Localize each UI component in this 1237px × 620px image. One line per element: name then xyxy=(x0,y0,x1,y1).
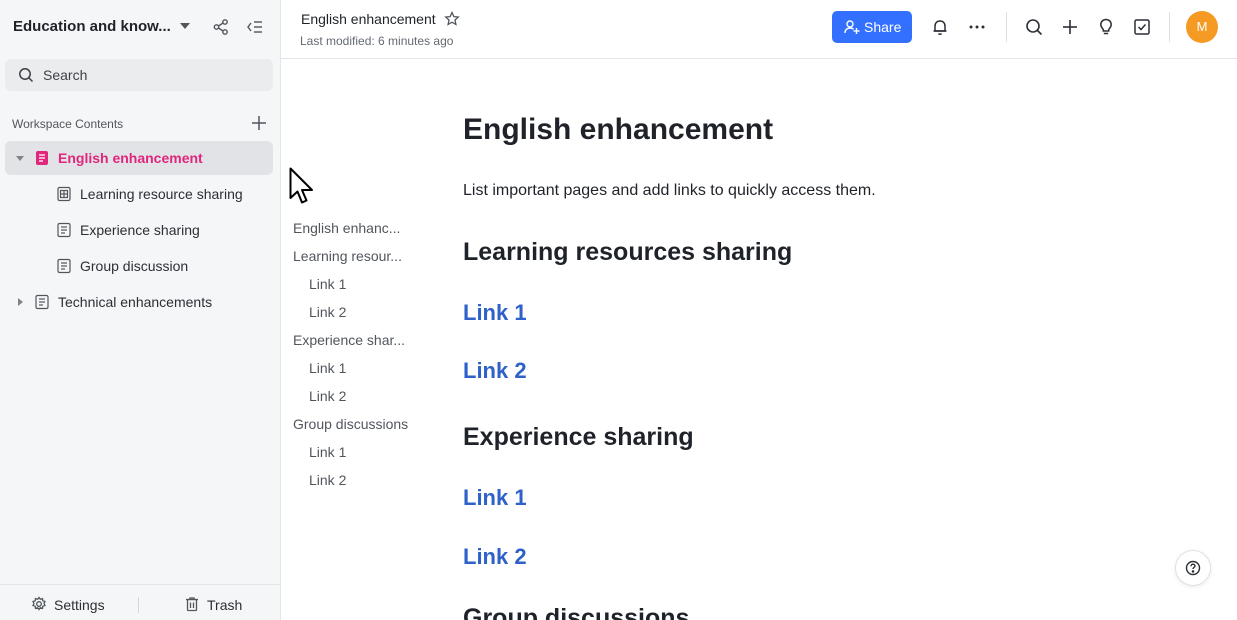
outline-item[interactable]: English enhanc... xyxy=(293,220,400,236)
document-heading[interactable]: English enhancement xyxy=(463,113,773,147)
footer-divider xyxy=(138,597,139,613)
last-modified: Last modified: 6 minutes ago xyxy=(300,34,454,48)
document-icon xyxy=(57,258,71,274)
task-checkbox-icon[interactable] xyxy=(1132,17,1152,37)
sidebar-item-experience-sharing[interactable]: Experience sharing xyxy=(5,213,273,247)
sidebar-item-label: English enhancement xyxy=(58,150,203,166)
collapse-sidebar-icon[interactable] xyxy=(246,18,264,36)
sidebar-item-label: Learning resource sharing xyxy=(80,186,243,202)
gear-icon xyxy=(32,596,46,611)
search-icon[interactable] xyxy=(1024,17,1044,37)
star-icon[interactable] xyxy=(444,11,460,27)
sidebar: Education and know... Search Workspace C… xyxy=(0,0,281,620)
sidebar-item-label: Technical enhancements xyxy=(58,294,213,310)
outline-item[interactable]: Link 1 xyxy=(309,444,346,460)
outline-item[interactable]: Link 2 xyxy=(309,472,346,488)
outline-item[interactable]: Link 1 xyxy=(309,276,346,292)
share-nodes-icon[interactable] xyxy=(212,18,230,36)
document-title[interactable]: English enhancement xyxy=(301,11,436,27)
sidebar-item-english-enhancement[interactable]: English enhancement xyxy=(5,141,273,175)
add-user-icon xyxy=(844,20,860,34)
search-input[interactable]: Search xyxy=(5,59,273,91)
section-heading[interactable]: Learning resources sharing xyxy=(463,238,792,267)
outline-item[interactable]: Link 2 xyxy=(309,304,346,320)
workspace-header: Education and know... xyxy=(0,0,281,54)
outline-item[interactable]: Link 2 xyxy=(309,388,346,404)
share-label: Share xyxy=(864,19,902,35)
document-icon xyxy=(36,151,48,165)
trash-icon xyxy=(186,597,198,612)
sidebar-item-group-discussion[interactable]: Group discussion xyxy=(5,249,273,283)
search-icon xyxy=(19,68,34,83)
more-icon[interactable] xyxy=(967,17,987,37)
section-link[interactable]: Link 1 xyxy=(463,300,527,326)
sidebar-item-label: Experience sharing xyxy=(80,222,200,238)
caret-right-icon[interactable] xyxy=(18,298,23,306)
search-placeholder: Search xyxy=(43,67,88,83)
sidebar-item-technical-enhancements[interactable]: Technical enhancements xyxy=(5,285,273,319)
section-link[interactable]: Link 2 xyxy=(463,358,527,384)
section-link[interactable]: Link 2 xyxy=(463,544,527,570)
help-button[interactable] xyxy=(1175,550,1211,586)
settings-label: Settings xyxy=(54,597,105,613)
lightbulb-icon[interactable] xyxy=(1096,17,1116,37)
document-intro[interactable]: List important pages and add links to qu… xyxy=(463,182,876,200)
share-button[interactable]: Share xyxy=(832,11,912,43)
avatar[interactable]: M xyxy=(1186,11,1218,43)
table-document-icon xyxy=(57,186,71,202)
outline-item[interactable]: Group discussions xyxy=(293,416,408,432)
section-heading[interactable]: Group discussions xyxy=(463,604,689,620)
toolbar-divider xyxy=(1006,12,1007,42)
document-icon xyxy=(57,222,71,238)
plus-icon[interactable] xyxy=(1060,17,1080,37)
bell-icon[interactable] xyxy=(930,17,950,37)
workspace-contents-label: Workspace Contents xyxy=(12,117,124,131)
section-link[interactable]: Link 1 xyxy=(463,485,527,511)
workspace-title[interactable]: Education and know... xyxy=(13,18,173,35)
toolbar-divider xyxy=(1169,12,1170,42)
add-icon[interactable] xyxy=(250,114,268,132)
outline-item[interactable]: Link 1 xyxy=(309,360,346,376)
sidebar-item-learning-resource-sharing[interactable]: Learning resource sharing xyxy=(5,177,273,211)
document-toolbar: English enhancement Last modified: 6 min… xyxy=(281,0,1237,59)
help-icon xyxy=(1185,560,1201,576)
sidebar-item-label: Group discussion xyxy=(80,258,189,274)
outline-item[interactable]: Learning resour... xyxy=(293,248,402,264)
section-heading[interactable]: Experience sharing xyxy=(463,423,694,452)
document-icon xyxy=(35,294,49,310)
mouse-cursor-icon xyxy=(289,167,313,204)
trash-label: Trash xyxy=(207,597,243,613)
caret-down-icon[interactable] xyxy=(16,156,24,161)
outline-item[interactable]: Experience shar... xyxy=(293,332,405,348)
chevron-down-icon[interactable] xyxy=(180,23,190,29)
sidebar-footer: Settings Trash xyxy=(0,584,281,620)
app-window: Education and know... Search Workspace C… xyxy=(0,0,1237,620)
